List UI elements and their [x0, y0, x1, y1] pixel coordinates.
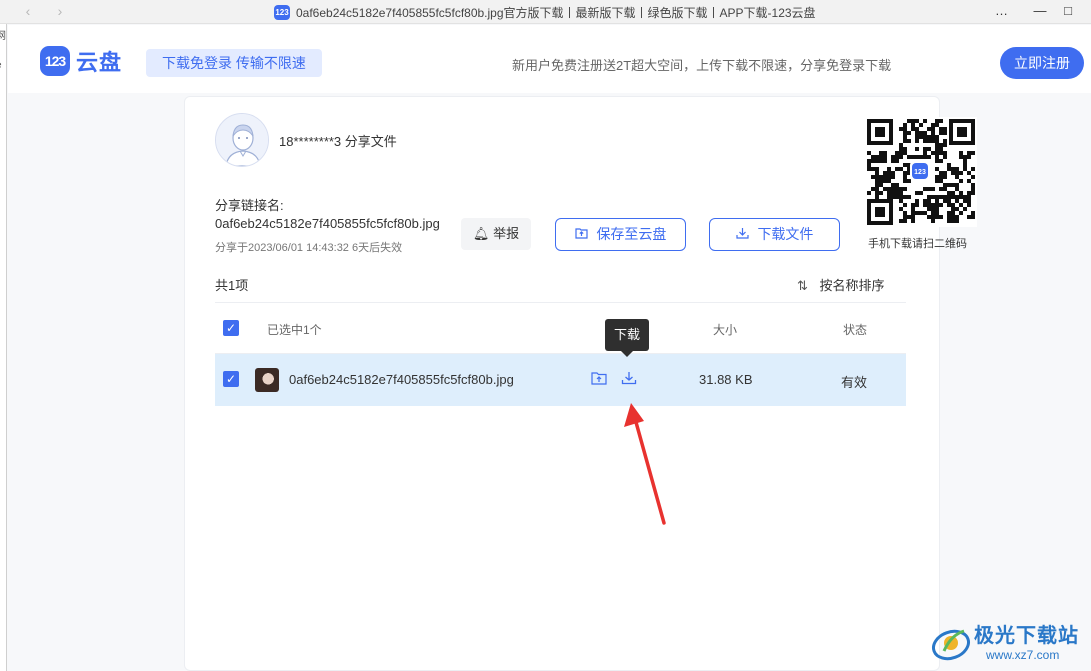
left-edge-strip: 网 e [0, 24, 7, 671]
forward-icon[interactable]: › [52, 3, 68, 19]
item-count: 共1项 [215, 278, 249, 293]
size-column-header: 大小 [713, 323, 738, 337]
sort-label: 按名称排序 [819, 278, 885, 293]
row-file-size: 31.88 KB [699, 372, 753, 387]
report-button[interactable]: 🔔︎ 举报 [461, 218, 531, 250]
site-watermark: 极光下载站 www.xz7.com [926, 617, 1088, 669]
image-thumbnail [255, 368, 279, 392]
row-checkbox[interactable]: ✓ [223, 371, 239, 387]
tab-title-area: 123 0af6eb24c5182e7f405855fc5fcf80b.jpg官… [274, 4, 816, 20]
select-all-checkbox[interactable]: ✓ [223, 320, 239, 336]
left-strip-char: e [0, 60, 2, 71]
save-label: 保存至云盘 [596, 226, 667, 242]
avatar [215, 113, 269, 167]
table-row[interactable]: ✓ 0af6eb24c5182e7f405855fc5fcf80b.jpg 31… [215, 354, 906, 406]
qr-code-icon: 123 [865, 117, 977, 227]
qr-caption: 手机下载请扫二维码 [868, 238, 967, 250]
folder-upload-icon [574, 219, 588, 250]
download-icon [735, 219, 749, 250]
user-avatar-icon [216, 114, 268, 166]
share-filename: 0af6eb24c5182e7f405855fc5fcf80b.jpg [215, 216, 440, 231]
share-link-label: 分享链接名: [215, 198, 284, 213]
site-favicon: 123 [274, 4, 290, 20]
promo-pill: 下载免登录 传输不限速 [146, 49, 322, 77]
maximize-icon[interactable]: □ [1058, 2, 1078, 20]
row-status: 有效 [841, 375, 868, 390]
share-meta: 分享于2023/06/01 14:43:32 6天后失效 [215, 242, 403, 254]
back-icon[interactable]: ‹ [20, 3, 36, 19]
sharer-line: 18********3 分享文件 [279, 134, 397, 149]
logo-badge: 123 [40, 46, 70, 76]
site-header: 123 云盘 下载免登录 传输不限速 新用户免费注册送2T超大空间，上传下载不限… [8, 25, 1091, 93]
download-tooltip: 下载 [605, 319, 649, 357]
file-table-header: ✓ 已选中1个 大小 状态 [215, 302, 906, 354]
page-title: 0af6eb24c5182e7f405855fc5fcf80b.jpg官方版下载… [296, 5, 816, 20]
save-folder-icon[interactable] [589, 370, 609, 390]
download-file-button[interactable]: 下载文件 [709, 218, 840, 251]
site-logo[interactable]: 123 云盘 [40, 45, 122, 77]
share-card: 18********3 分享文件 分享链接名: 0af6eb24c5182e7f… [184, 96, 977, 671]
row-download-icon[interactable] [619, 370, 639, 390]
report-label: 举报 [493, 226, 520, 241]
annotation-arrow-icon [624, 403, 666, 525]
status-column-header: 状态 [843, 323, 868, 337]
row-file-name[interactable]: 0af6eb24c5182e7f405855fc5fcf80b.jpg [289, 372, 514, 387]
left-strip-char: 网 [0, 31, 6, 42]
qr-code: 123 [865, 117, 977, 227]
register-button[interactable]: 立即注册 [1000, 47, 1084, 79]
bell-icon: 🔔︎ [472, 226, 490, 241]
qr-center-label: 123 [914, 169, 926, 176]
more-horizontal-icon[interactable]: … [992, 2, 1012, 20]
logo-text: 云盘 [76, 50, 123, 75]
download-label: 下载文件 [757, 226, 814, 242]
minimize-icon[interactable]: — [1030, 2, 1050, 20]
watermark-logo-icon [932, 629, 970, 661]
save-to-cloud-button[interactable]: 保存至云盘 [555, 218, 686, 251]
selected-count-header: 已选中1个 [267, 323, 322, 337]
sort-icon: ⇅ [797, 278, 808, 293]
watermark-title: 极光下载站 [974, 625, 1079, 647]
watermark-url: www.xz7.com [986, 648, 1060, 662]
header-slogan: 新用户免费注册送2T超大空间，上传下载不限速，分享免登录下载 [512, 58, 892, 73]
sort-control[interactable]: ⇅ 按名称排序 [797, 275, 885, 294]
window-titlebar: ‹ › 123 0af6eb24c5182e7f405855fc5fcf80b.… [0, 0, 1091, 24]
